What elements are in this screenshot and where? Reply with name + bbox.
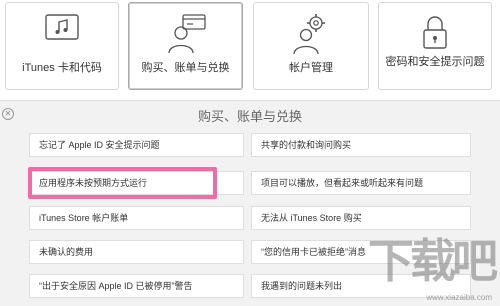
question-item[interactable]: “出于安全原因 Apple ID 已被停用”警告 — [29, 274, 244, 298]
question-item[interactable]: iTunes Store 帐户账单 — [29, 206, 244, 230]
watermark-url: www.xiazaiba.com — [426, 293, 492, 302]
panel-title: 购买、账单与兑换 — [197, 109, 302, 124]
category-label: 购买、账单与兑换 — [141, 62, 230, 74]
question-item[interactable]: 应用程序未按预期方式运行 — [29, 171, 244, 195]
category-account-management[interactable]: 帐户管理 — [253, 2, 369, 90]
question-item[interactable]: 忘记了 Apple ID 安全提示问题 — [29, 133, 244, 157]
category-label: 密码和安全提示问题 — [385, 56, 485, 68]
watermark-logo: 下载吧 — [368, 235, 498, 287]
music-note-icon — [42, 13, 82, 48]
category-label: iTunes 卡和代码 — [22, 62, 102, 74]
lock-icon — [417, 13, 453, 58]
category-password-security[interactable]: 密码和安全提示问题 — [378, 2, 492, 90]
category-itunes-cards[interactable]: iTunes 卡和代码 — [5, 2, 119, 90]
person-gear-icon — [288, 13, 334, 62]
person-card-icon — [163, 13, 209, 62]
category-purchases-billing[interactable]: 购买、账单与兑换 — [128, 2, 243, 90]
category-label: 帐户管理 — [289, 62, 333, 74]
question-item[interactable]: 项目可以播放，但看起来或听起来有问题 — [251, 171, 471, 195]
question-item[interactable]: 未确认的费用 — [29, 240, 244, 264]
question-item[interactable]: 共享的付款和询问购买 — [251, 133, 471, 157]
